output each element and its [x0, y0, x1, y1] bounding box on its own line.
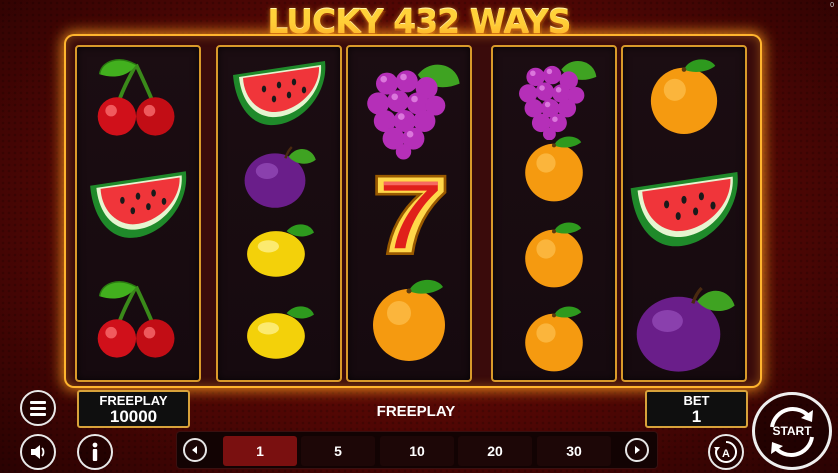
- orange-icon: [525, 136, 583, 202]
- bet-option-5[interactable]: 5: [301, 436, 375, 466]
- cherry-symbol: [77, 55, 199, 137]
- watermelon-icon: [233, 61, 326, 126]
- info-icon: [92, 442, 98, 461]
- menu-icon: [30, 398, 46, 419]
- bet-option-10[interactable]: 10: [380, 436, 454, 466]
- freeplay-label: FREEPLAY: [99, 393, 168, 408]
- orange-icon: [525, 222, 583, 288]
- speaker-icon: [31, 445, 45, 459]
- bet-option-20[interactable]: 20: [458, 436, 532, 466]
- reel-1: [75, 45, 201, 382]
- orange-icon: [373, 279, 445, 361]
- bet-next-button[interactable]: [625, 438, 649, 462]
- lemon-symbol: [218, 301, 340, 362]
- orange-symbol: [348, 273, 470, 363]
- bet-prev-button[interactable]: [183, 438, 207, 462]
- plum-icon: [244, 146, 316, 208]
- cherry-icon: [97, 59, 175, 136]
- freeplay-value: 10000: [109, 407, 158, 426]
- game-stage: 0 LUCKY 432 WAYS FREEPLAY 10000 FREEPLAY…: [0, 0, 838, 473]
- mode-text: FREEPLAY: [376, 403, 456, 420]
- bet-panel: BET 1: [645, 390, 748, 428]
- bet-option-1[interactable]: 1: [223, 436, 297, 466]
- orange-icon: [650, 59, 718, 134]
- grapes-icon: [519, 61, 597, 141]
- orange-icon: [525, 306, 583, 372]
- sound-button[interactable]: [20, 434, 56, 470]
- autoplay-icon: A: [714, 440, 738, 463]
- lemon-icon: [247, 224, 314, 277]
- grapes-symbol: [493, 53, 615, 141]
- bet-value: 1: [691, 407, 702, 426]
- plum-symbol: [623, 277, 745, 376]
- watermelon-symbol: [77, 165, 199, 243]
- start-label: START: [772, 424, 812, 438]
- reel-4: [491, 45, 617, 382]
- autoplay-label: A: [722, 448, 730, 460]
- plum-icon: [636, 286, 735, 372]
- cherry-icon: [97, 281, 175, 358]
- plum-symbol: [218, 139, 340, 211]
- watermelon-symbol: [623, 165, 745, 252]
- seven-icon: [375, 174, 447, 255]
- grapes-symbol: [348, 55, 470, 160]
- orange-symbol: [493, 301, 615, 373]
- bet-option-30[interactable]: 30: [537, 436, 611, 466]
- watermelon-symbol: [218, 55, 340, 130]
- grapes-icon: [367, 64, 460, 160]
- freeplay-balance-panel: FREEPLAY 10000: [77, 390, 190, 428]
- orange-symbol: [493, 131, 615, 203]
- watermelon-icon: [630, 171, 738, 247]
- bet-selector: 1 5 10 20 30: [176, 431, 658, 469]
- reel-5: [621, 45, 747, 382]
- reel-3: [346, 45, 472, 382]
- info-button[interactable]: [77, 434, 113, 470]
- autoplay-button[interactable]: A: [708, 434, 744, 470]
- cherry-symbol: [77, 277, 199, 359]
- watermelon-icon: [90, 171, 187, 238]
- lemon-icon: [247, 306, 314, 359]
- arrow-right-icon: [635, 446, 640, 454]
- orange-symbol: [623, 53, 745, 136]
- reel-2: [216, 45, 342, 382]
- orange-symbol: [493, 217, 615, 289]
- lemon-symbol: [218, 219, 340, 280]
- menu-button[interactable]: [20, 390, 56, 426]
- start-button[interactable]: START: [752, 392, 832, 470]
- seven-symbol: [348, 169, 470, 259]
- bet-label: BET: [683, 393, 710, 408]
- arrow-left-icon: [192, 446, 197, 454]
